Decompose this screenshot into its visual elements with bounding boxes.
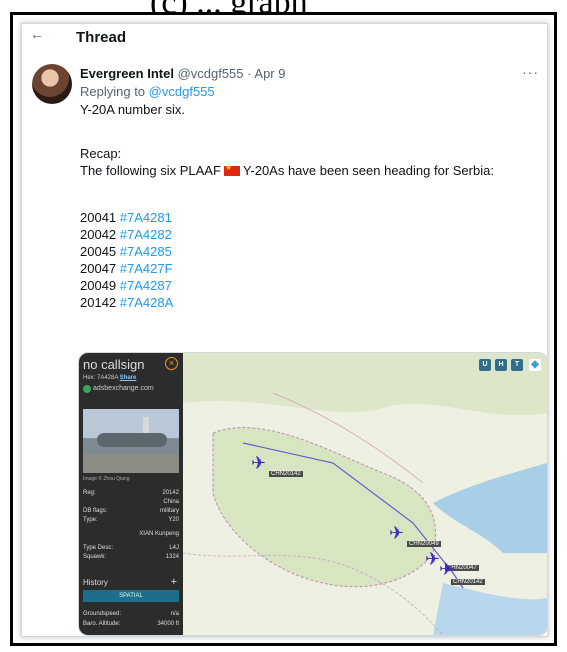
info-key: Baro. Altitude: [83,621,121,627]
hashtag-link[interactable]: #7A427F [120,261,173,276]
info-key: DB flags: [83,508,108,514]
hashtag-link[interactable]: #7A4287 [120,278,172,293]
info-value: L4J [169,545,179,551]
aircraft-row: 20142 #7A428A [80,295,173,310]
china-flag-icon [223,163,240,176]
info-value: 34000 ft [157,621,179,627]
replying-prefix: Replying to [80,84,146,99]
aircraft-id: 20049 [80,278,117,293]
aircraft-photo [83,409,179,473]
map-graphic [183,353,547,635]
aircraft-id: 20042 [80,227,117,242]
hex-code: Hex: 7A428A [83,375,119,381]
info-row: Squawk: 1324 [83,554,179,560]
author-name[interactable]: Evergreen Intel [80,66,174,81]
tweet-thread-card: ← Thread Evergreen Intel @vcdgf555 · Apr… [21,23,548,637]
info-value: XIAN Kunpeng [139,531,179,537]
aircraft-row: 20049 #7A4287 [80,278,172,293]
map-button-t[interactable]: T [511,359,523,371]
info-key: Type: [83,517,98,523]
info-row: Type: Y20 [83,517,179,523]
aircraft-marker-icon[interactable]: ✈ [439,559,454,580]
replying-to-link[interactable]: @vcdgf555 [149,84,215,99]
photo-caption: Image © Zhou Qiang [83,476,130,482]
layers-icon[interactable]: ◆ [529,359,541,371]
info-key: Reg: [83,490,96,496]
info-value: military [160,508,179,514]
info-value: Y20 [168,517,179,523]
aircraft-marker-icon[interactable]: ✈ [389,523,404,544]
aircraft-id: 20047 [80,261,117,276]
tweet-author: Evergreen Intel @vcdgf555 · Apr 9 [80,66,285,81]
aircraft-marker-icon[interactable]: ✈ [425,549,440,570]
aircraft-shape [97,433,167,447]
history-section[interactable]: History + [83,576,179,588]
expand-plus-icon[interactable]: + [171,576,177,588]
separator-dot: · [247,66,252,81]
flight-map[interactable]: U H T ◆ ✈ CHN20142 ✈ CHN20049 ✈ CHN20047… [183,353,547,635]
source-site[interactable]: adsbexchange.com [93,385,154,392]
history-label: History [83,578,108,587]
map-button-h[interactable]: H [495,359,507,371]
info-value: 1324 [165,554,179,560]
tweet-line-1: Y-20A number six. [80,102,186,117]
aircraft-label: CHN20142 [269,471,303,477]
aircraft-row: 20045 #7A4285 [80,244,172,259]
hashtag-link[interactable]: #7A428A [120,295,174,310]
info-value: n/a [170,611,179,617]
aircraft-info-panel: no callsign × Hex: 7A428A Share adsbexch… [79,353,183,635]
aircraft-label: CHN20049 [407,541,441,547]
avatar[interactable] [32,64,72,104]
tracker-screenshot[interactable]: no callsign × Hex: 7A428A Share adsbexch… [78,352,547,636]
back-arrow-icon[interactable]: ← [30,26,44,42]
tweet-recap: Recap: [80,146,122,161]
aircraft-label: CHN20142 [451,579,485,585]
info-key: Squawk: [83,554,107,560]
following-text-a: The following six PLAAF [80,163,221,178]
author-handle[interactable]: @vcdgf555 [178,66,244,81]
screenshot-frame: ← Thread Evergreen Intel @vcdgf555 · Apr… [10,12,557,646]
info-row: Groundspeed: n/a [83,611,179,617]
hex-share: Hex: 7A428A Share [83,375,136,381]
hashtag-link[interactable]: #7A4285 [120,244,172,259]
aircraft-row: 20047 #7A427F [80,261,173,276]
aircraft-row: 20042 #7A4282 [80,227,172,242]
aircraft-id: 20041 [80,210,117,225]
share-link[interactable]: Share [120,375,137,381]
info-row: DB flags: military [83,508,179,514]
info-key: Type Desc: [83,545,114,551]
replying-to: Replying to @vcdgf555 [80,84,215,99]
more-options-icon[interactable]: ··· [522,64,539,80]
hashtag-link[interactable]: #7A4282 [120,227,172,242]
map-button-u[interactable]: U [479,359,491,371]
tweet-following: The following six PLAAF Y-20As have been … [80,163,494,178]
info-value: 20142 [162,490,179,496]
spatial-tab[interactable]: SPATIAL [83,590,179,602]
callsign: no callsign [83,357,145,372]
info-row: Baro. Altitude: 34000 ft [83,621,179,627]
info-value: China [163,499,179,505]
aircraft-id: 20045 [80,244,117,259]
aircraft-row: 20041 #7A4281 [80,210,172,225]
close-icon[interactable]: × [165,357,178,370]
info-key: Groundspeed: [83,611,122,617]
source-icon [83,385,91,393]
thread-title: Thread [76,29,127,46]
info-row: Reg: 20142 [83,490,179,496]
info-row: Type Desc: L4J [83,545,179,551]
hashtag-link[interactable]: #7A4281 [120,210,172,225]
tweet-date[interactable]: Apr 9 [254,66,285,81]
following-text-b: Y-20As have been seen heading for Serbia… [242,163,494,178]
aircraft-marker-icon[interactable]: ✈ [251,453,266,474]
aircraft-id: 20142 [80,295,117,310]
